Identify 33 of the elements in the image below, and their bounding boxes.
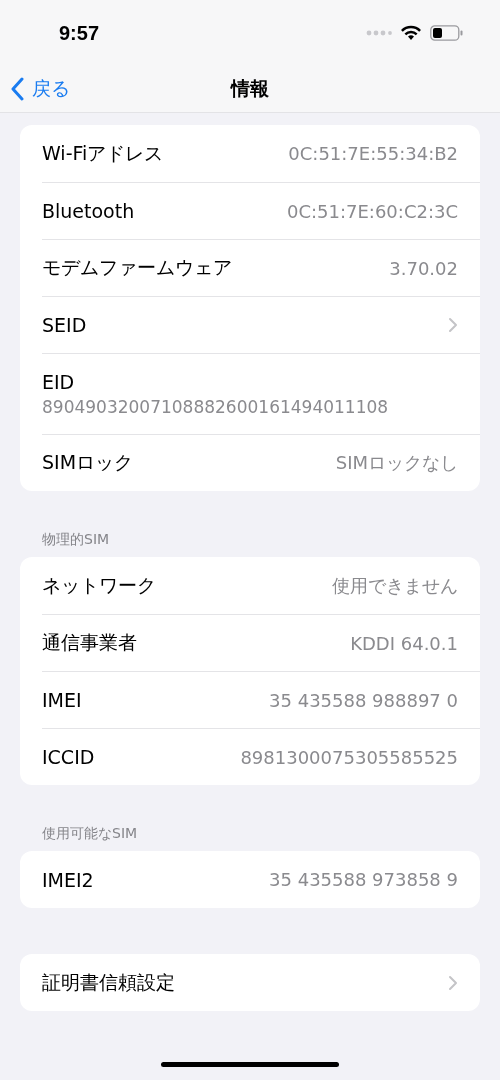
row-label: モデムファームウェア [42, 255, 232, 280]
chevron-left-icon [10, 77, 24, 101]
row-label: Wi-Fiアドレス [42, 140, 164, 166]
row-label: 通信事業者 [42, 630, 137, 655]
chevron-right-icon [448, 974, 458, 991]
row-label: ICCID [42, 746, 95, 768]
row-value: 8981300075305585525 [240, 746, 458, 768]
row-value: 0C:51:7E:60:C2:3C [286, 200, 458, 222]
back-button[interactable]: 戻る [10, 76, 70, 102]
row-value: KDDI 64.0.1 [350, 632, 458, 654]
row-value: 89049032007108882600161494011108 [42, 397, 389, 417]
row-value: 0C:51:7E:55:34:B2 [288, 143, 458, 164]
row-value: 3.70.02 [389, 257, 458, 279]
signal-icon [366, 30, 392, 36]
row-label: IMEI [42, 689, 82, 711]
status-time: 9:57 [59, 21, 100, 45]
battery-icon [430, 25, 463, 41]
wifi-icon [400, 25, 422, 41]
row-label: EID [42, 371, 75, 393]
settings-row[interactable]: SEID [42, 296, 480, 353]
section-header: 使用可能なSIM [41, 824, 139, 843]
row-value: 35 435588 973858 9 [269, 869, 458, 890]
row-label: Bluetooth [42, 200, 135, 222]
chevron-right-icon [448, 317, 458, 333]
settings-row[interactable]: 証明書信頼設定 [42, 954, 480, 1011]
row-label: SIMロック [42, 450, 134, 475]
row-value: 35 435588 988897 0 [269, 689, 458, 711]
screen-title: 情報 [231, 76, 269, 101]
row-label: ネットワーク [42, 572, 156, 598]
row-label: IMEI2 [42, 868, 94, 891]
row-value: 使用できません [332, 573, 458, 598]
row-value: SIMロックなし [335, 451, 458, 475]
section-header: 物理的SIM [41, 530, 111, 549]
